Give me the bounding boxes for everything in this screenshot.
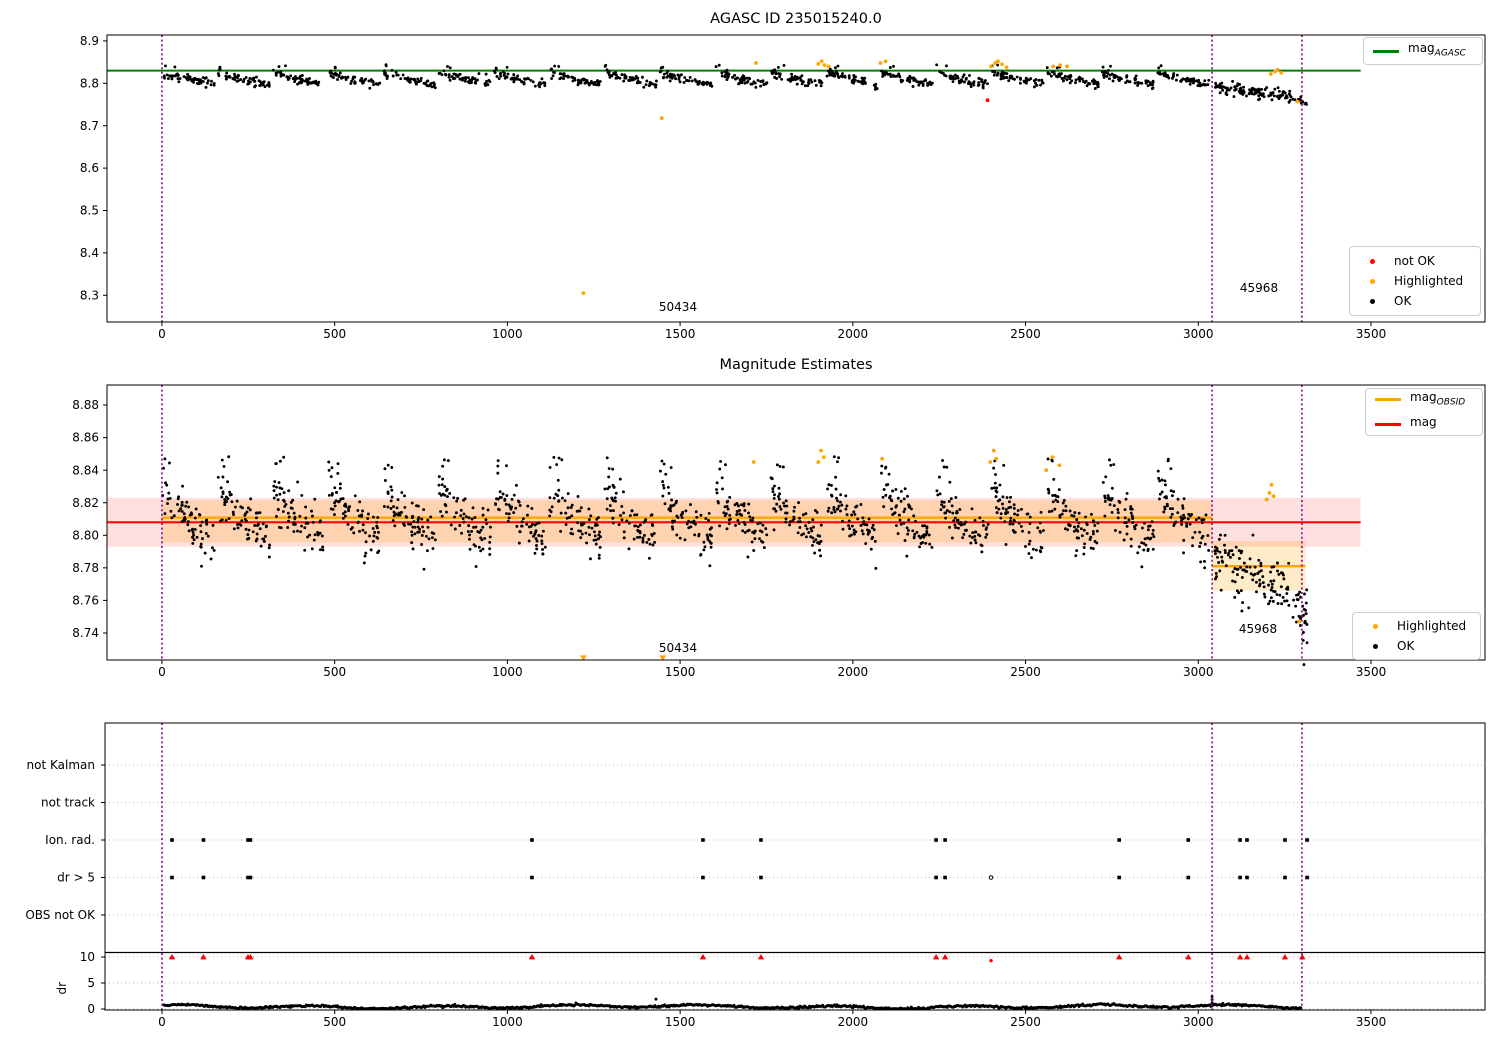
plot2-title: Magnitude Estimates [719,357,873,373]
legend-row-highlighted: Highlighted [1359,273,1471,289]
legend-row-not-ok: not OK [1359,253,1471,269]
figure: { "figure": {"width_px": 1500, "height_p… [0,0,1500,1050]
not-ok-label: not OK [1394,254,1435,268]
legend-row-ok: OK [1359,293,1471,309]
ok-dot-icon [1362,638,1388,654]
mag-agasc-legend: magAGASC [1363,37,1483,65]
legend-row-mag-agasc: magAGASC [1373,40,1473,61]
highlighted-label: Highlighted [1397,619,1467,633]
mag-lines-legend: magOBSID mag [1365,388,1483,436]
annotation-obsid-45968-plot2: 45968 [1238,622,1278,636]
mag-obsid-label: magOBSID [1410,389,1466,407]
ok-dot-icon [1359,293,1385,309]
mag-agasc-label: magAGASC [1408,41,1466,59]
not-ok-dot-icon [1359,253,1385,269]
legend-row-mag-obsid: magOBSID [1375,389,1473,410]
mag-line-sample [1375,423,1401,427]
highlighted-dot-icon [1362,618,1388,634]
plots-canvas [0,0,1500,1050]
mag-obsid-line-sample [1375,397,1401,401]
plot1-points-legend: not OK Highlighted OK [1349,246,1481,316]
plot2-points-legend: Highlighted OK [1352,612,1481,660]
legend-row-highlighted-2: Highlighted [1362,618,1471,634]
ok-label: OK [1397,639,1415,653]
legend-row-mag: mag [1375,414,1473,435]
legend-row-ok-2: OK [1362,638,1471,654]
mag-label: mag [1410,415,1437,429]
annotation-obsid-45968-plot1: 45968 [1239,281,1279,295]
plot1-title: AGASC ID 235015240.0 [710,11,882,27]
annotation-obsid-50434-plot2: 50434 [658,641,698,655]
highlighted-label: Highlighted [1394,274,1464,288]
annotation-obsid-50434-plot1: 50434 [658,300,698,314]
ok-label: OK [1394,294,1412,308]
mag-agasc-line-sample [1373,49,1399,53]
highlighted-dot-icon [1359,273,1385,289]
